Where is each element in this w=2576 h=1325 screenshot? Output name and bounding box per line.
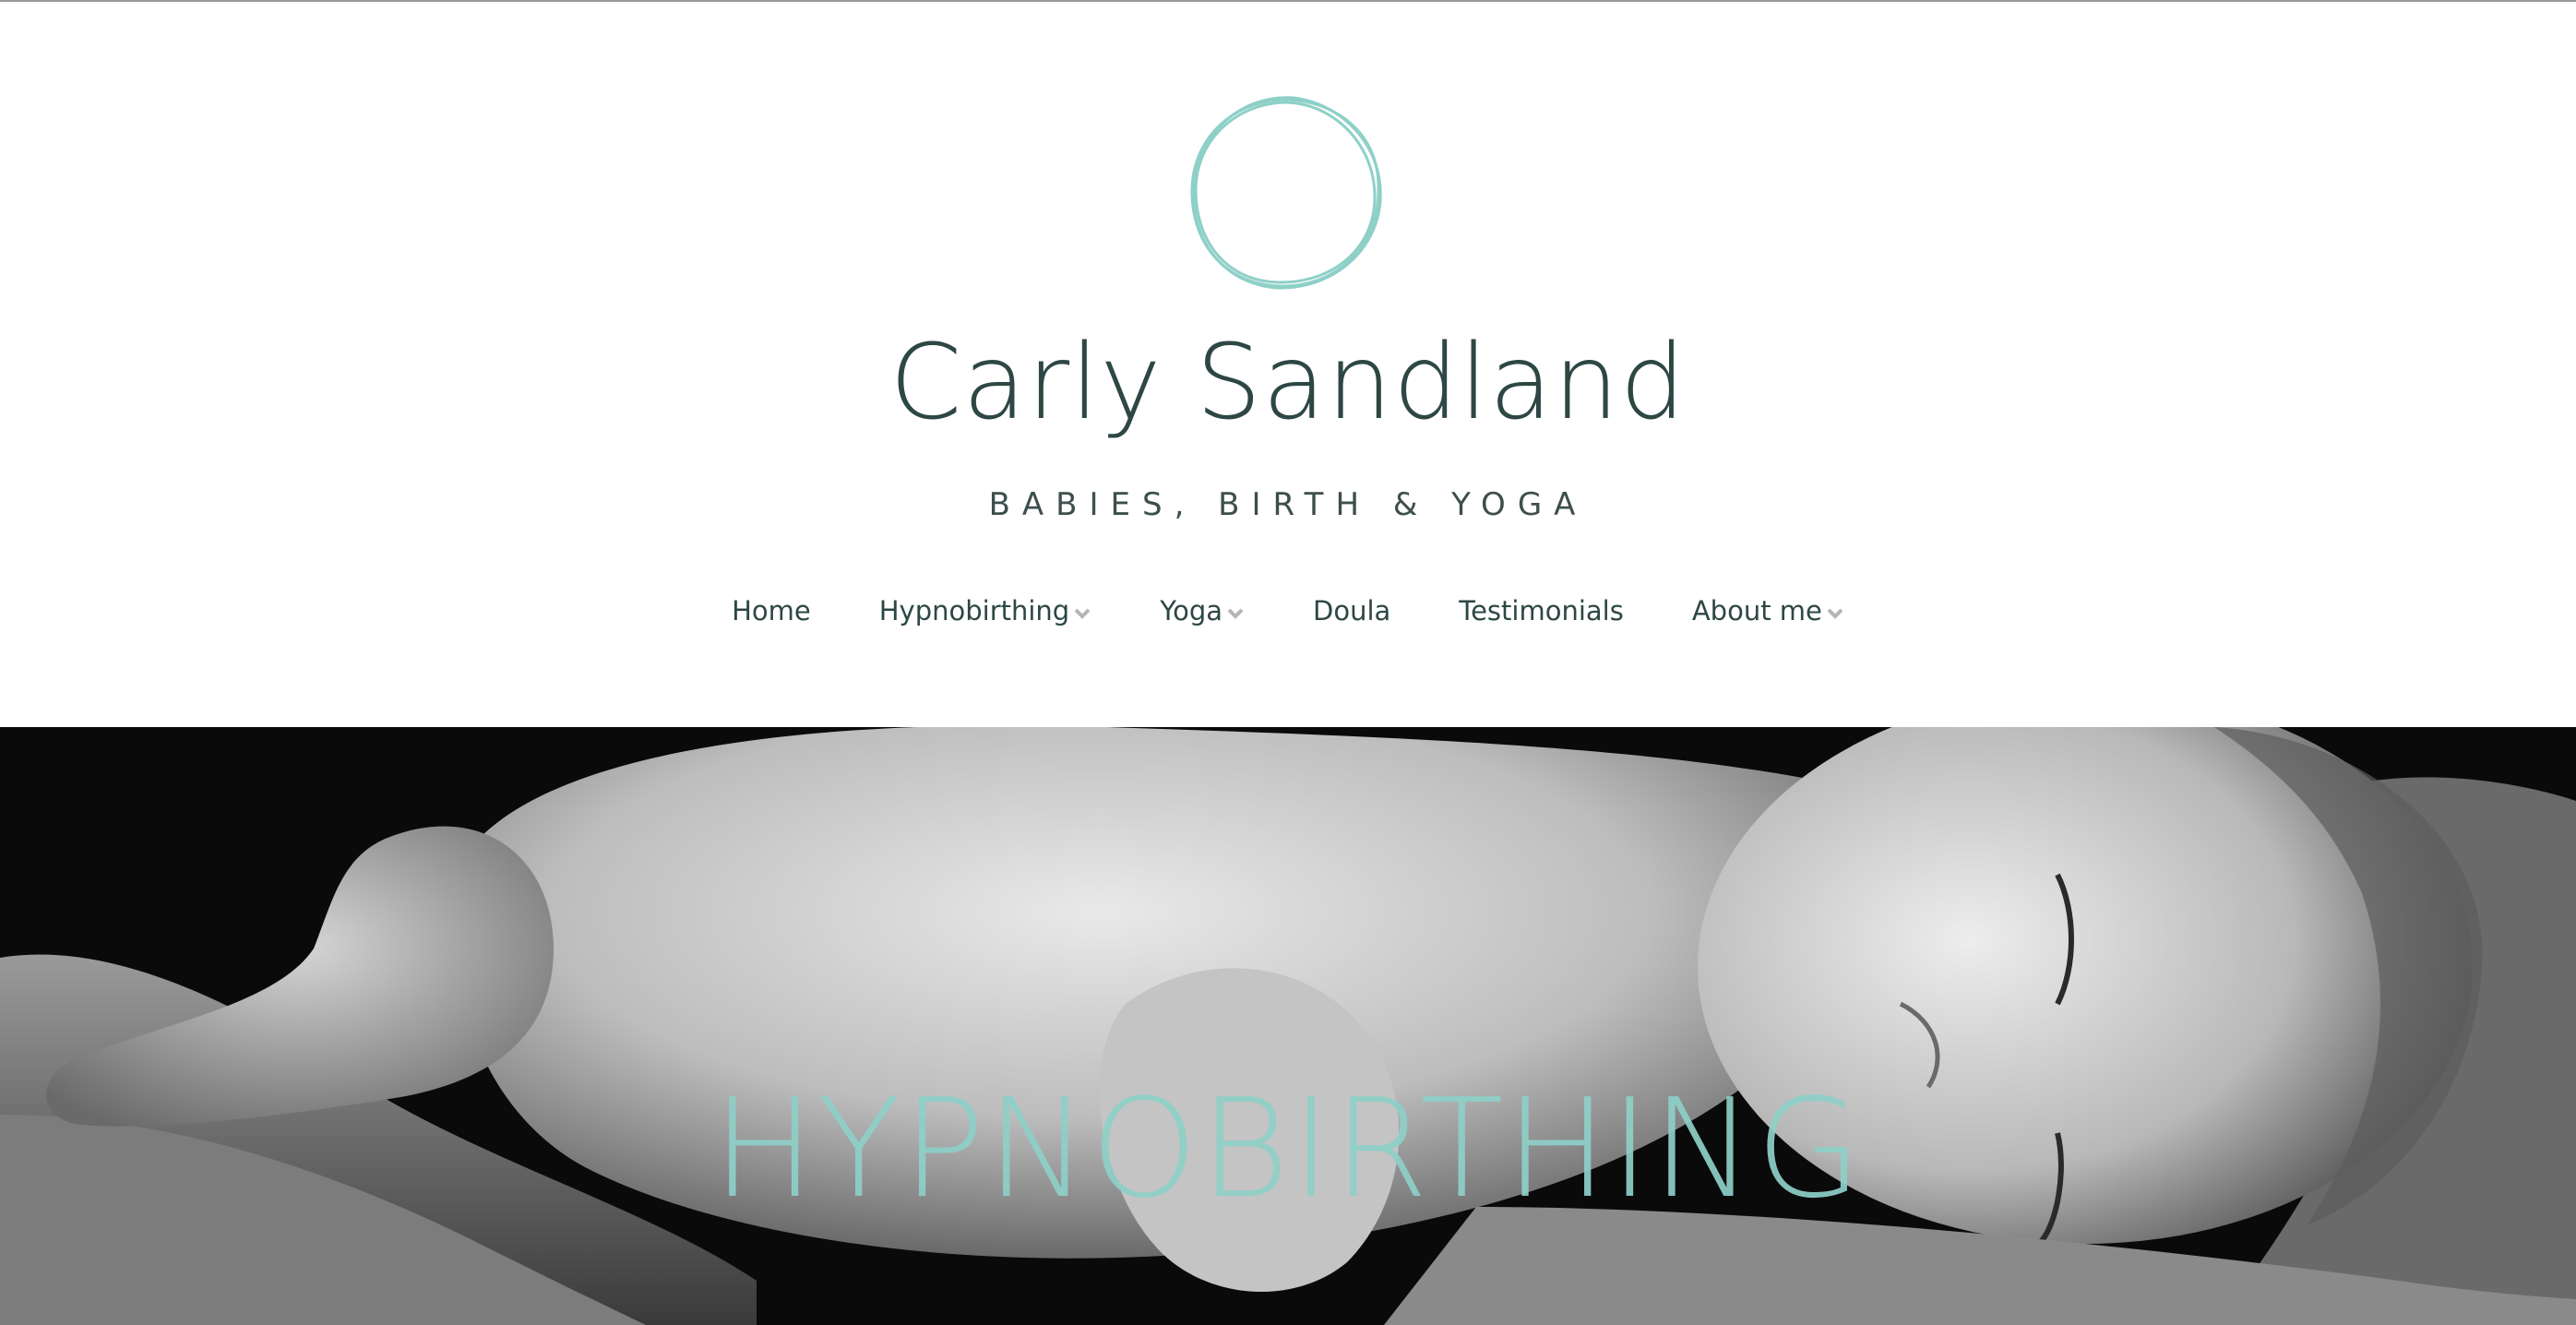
- hero-banner: [0, 727, 2576, 1325]
- nav-item-testimonials[interactable]: Testimonials: [1459, 595, 1624, 627]
- main-navigation: Home Hypnobirthing Yoga Doula Testimonia…: [0, 585, 2576, 637]
- site-title[interactable]: Carly Sandland: [0, 323, 2576, 443]
- chevron-down-icon: [1827, 608, 1843, 619]
- site-tagline: BABIES, BIRTH & YOGA: [988, 486, 1588, 523]
- nav-item-label: Doula: [1313, 595, 1391, 627]
- nav-item-home[interactable]: Home: [732, 595, 811, 627]
- nav-item-label: Testimonials: [1459, 595, 1624, 627]
- chevron-down-icon: [1227, 608, 1244, 619]
- nav-item-about-me[interactable]: About me: [1692, 595, 1844, 627]
- nav-item-label: Yoga: [1160, 595, 1223, 627]
- hero-baby-photo: [0, 727, 2576, 1325]
- hero-heading: HYPNOBIRTHING: [712, 1069, 1864, 1228]
- nav-item-label: Hypnobirthing: [878, 595, 1070, 627]
- nav-item-doula[interactable]: Doula: [1313, 595, 1390, 627]
- hand-drawn-circle-icon[interactable]: [1185, 94, 1386, 293]
- nav-item-hypnobirthing[interactable]: Hypnobirthing: [879, 595, 1091, 627]
- nav-item-label: Home: [732, 595, 811, 627]
- nav-item-yoga[interactable]: Yoga: [1160, 595, 1245, 627]
- nav-item-label: About me: [1691, 595, 1822, 627]
- site-header: Carly Sandland BABIES, BIRTH & YOGA Home…: [0, 2, 2576, 727]
- chevron-down-icon: [1074, 608, 1091, 619]
